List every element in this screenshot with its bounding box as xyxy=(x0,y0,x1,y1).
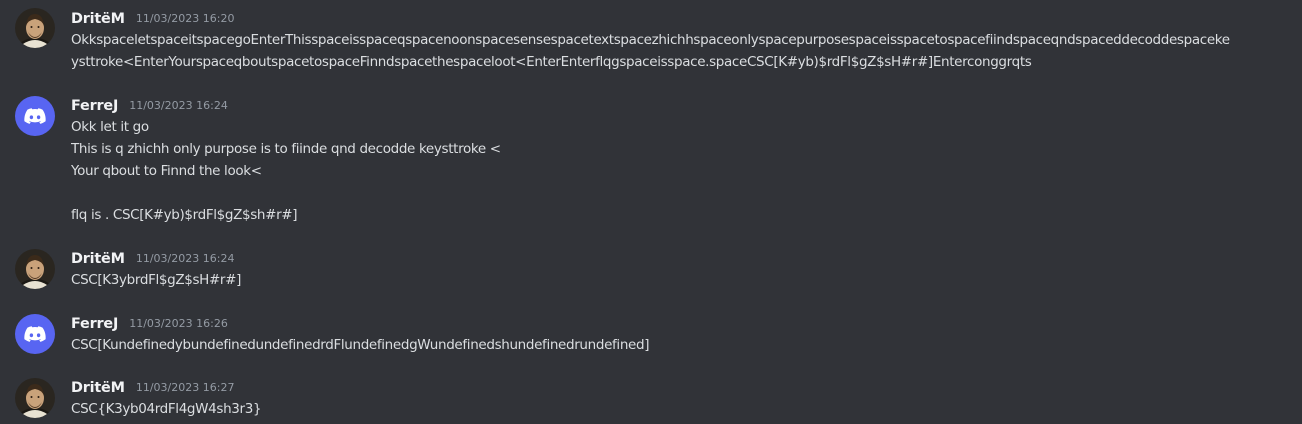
message-line: flq is . CSC[K#yb)$rdFl$gZ$sh#r#] xyxy=(71,207,298,223)
chat-message-list: DritëM 11/03/2023 16:20 Okkspaceletspace… xyxy=(0,0,1302,424)
author-name[interactable]: FerreJ xyxy=(71,98,118,114)
message-line: Your qbout to Finnd the look< xyxy=(71,163,262,179)
avatar[interactable] xyxy=(15,378,55,418)
message-line: Okk let it go xyxy=(71,119,149,135)
message-content: CSC{K3yb04rdFl4gW4sh3r3} xyxy=(71,398,1302,420)
avatar[interactable] xyxy=(15,8,55,48)
message-timestamp: 11/03/2023 16:26 xyxy=(129,317,228,330)
shakespeare-portrait-icon xyxy=(15,8,55,48)
discord-logo-icon xyxy=(15,314,55,354)
message-line: CSC{K3yb04rdFl4gW4sh3r3} xyxy=(71,401,262,417)
message-timestamp: 11/03/2023 16:27 xyxy=(135,381,235,394)
message-line: OkkspaceletspaceitspacegoEnterThisspacei… xyxy=(71,32,1230,48)
author-name[interactable]: DritëM xyxy=(71,380,125,396)
author-name[interactable]: FerreJ xyxy=(71,316,118,332)
message-content: Okk let it go This is q zhichh only purp… xyxy=(71,116,1302,226)
avatar[interactable] xyxy=(15,314,55,354)
message-timestamp: 11/03/2023 16:24 xyxy=(129,99,228,112)
message-content: CSC[KundefinedybundefinedundefinedrdFlun… xyxy=(71,334,1302,356)
author-name[interactable]: DritëM xyxy=(71,251,125,267)
message-line: CSC[K3ybrdFl$gZ$sH#r#] xyxy=(71,272,242,288)
author-name[interactable]: DritëM xyxy=(71,11,125,27)
message-line: This is q zhichh only purpose is to fiin… xyxy=(71,141,501,157)
message-line: ysttroke<EnterYourspaceqboutspacetospace… xyxy=(71,54,1032,70)
message-content: OkkspaceletspaceitspacegoEnterThisspacei… xyxy=(71,29,1302,73)
message-line: CSC[KundefinedybundefinedundefinedrdFlun… xyxy=(71,337,650,353)
message-line xyxy=(71,182,1302,204)
message-timestamp: 11/03/2023 16:20 xyxy=(135,12,235,25)
discord-logo-icon xyxy=(15,96,55,136)
shakespeare-portrait-icon xyxy=(15,378,55,418)
shakespeare-portrait-icon xyxy=(15,249,55,289)
avatar[interactable] xyxy=(15,249,55,289)
message-timestamp: 11/03/2023 16:24 xyxy=(135,252,235,265)
avatar[interactable] xyxy=(15,96,55,136)
message-content: CSC[K3ybrdFl$gZ$sH#r#] xyxy=(71,269,1302,291)
